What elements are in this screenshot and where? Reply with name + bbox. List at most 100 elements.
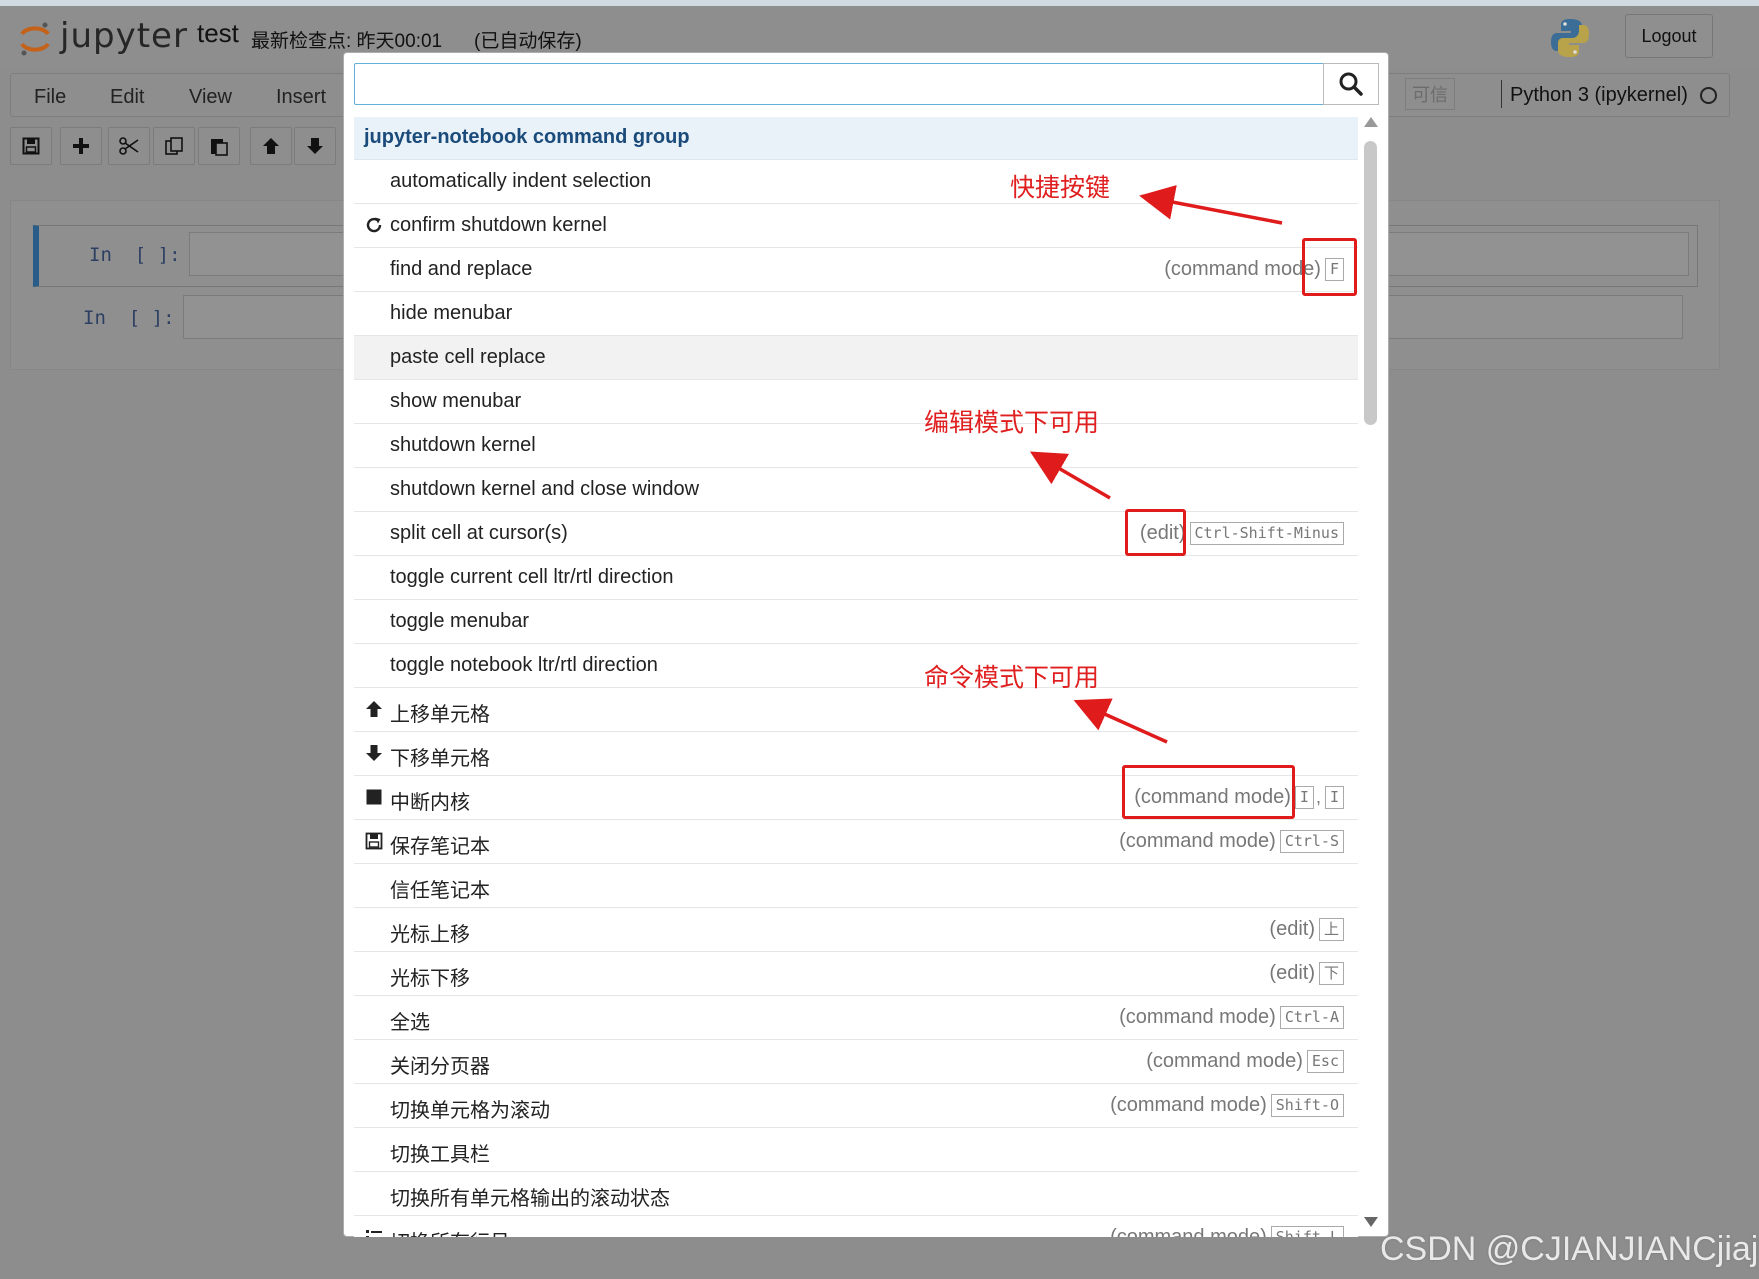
command-label: 光标下移 xyxy=(390,968,470,990)
insert-cell-button[interactable] xyxy=(60,127,102,165)
command-shortcut: (edit) 上 xyxy=(1269,918,1344,941)
shortcut-key: I xyxy=(1324,786,1344,809)
command-label: 切换所有单元格输出的滚动状态 xyxy=(390,1188,670,1210)
autosave-status: (已自动保存) xyxy=(474,31,582,52)
annotation-box-command xyxy=(1122,765,1295,819)
cut-icon xyxy=(119,137,139,155)
jupyter-logo-icon xyxy=(20,22,50,56)
command-row[interactable]: 切换单元格为滚动 (command mode) Shift-O xyxy=(354,1084,1358,1128)
command-row[interactable]: toggle notebook ltr/rtl direction xyxy=(354,644,1358,688)
shortcut-key: Ctrl-A xyxy=(1279,1006,1344,1029)
command-row[interactable]: 切换所有单元格输出的滚动状态 xyxy=(354,1172,1358,1216)
command-label: shutdown kernel and close window xyxy=(390,478,700,500)
command-label: paste cell replace xyxy=(390,346,546,368)
command-label: toggle menubar xyxy=(390,610,529,632)
notebook-name[interactable]: test xyxy=(197,18,239,49)
command-row[interactable]: confirm shutdown kernel xyxy=(354,204,1358,248)
command-label: 下移单元格 xyxy=(390,748,490,770)
command-row[interactable]: find and replace (command mode) F xyxy=(354,248,1358,292)
annotation-command-mode-label: 命令模式下可用 xyxy=(924,663,1100,692)
palette-search-input[interactable] xyxy=(354,63,1324,105)
move-down-button[interactable] xyxy=(294,127,336,165)
command-row[interactable]: split cell at cursor(s) (edit) Ctrl-Shift-… xyxy=(354,512,1358,556)
command-row[interactable]: 光标下移 (edit) 下 xyxy=(354,952,1358,996)
command-label: 中断内核 xyxy=(390,792,470,814)
arrow-up-icon xyxy=(366,701,382,717)
trusted-indicator[interactable]: 可信 xyxy=(1405,78,1455,110)
command-label: 切换单元格为滚动 xyxy=(390,1100,550,1122)
shortcut-key: Ctrl-S xyxy=(1279,830,1344,853)
scroll-down-arrow[interactable] xyxy=(1364,1217,1378,1227)
command-mode: (command mode) xyxy=(1119,1006,1276,1028)
command-icon xyxy=(364,1227,384,1237)
command-label: 保存笔记本 xyxy=(390,836,490,858)
command-row[interactable]: shutdown kernel xyxy=(354,424,1358,468)
command-row[interactable]: 全选 (command mode) Ctrl-A xyxy=(354,996,1358,1040)
python-logo-icon xyxy=(1551,19,1589,57)
command-row[interactable]: 保存笔记本 (command mode) Ctrl-S xyxy=(354,820,1358,864)
command-row[interactable]: toggle current cell ltr/rtl direction xyxy=(354,556,1358,600)
command-icon xyxy=(364,215,384,235)
command-label: 信任笔记本 xyxy=(390,880,490,902)
command-row[interactable]: shutdown kernel and close window xyxy=(354,468,1358,512)
command-mode: (command mode) xyxy=(1119,830,1276,852)
command-row[interactable]: toggle menubar xyxy=(354,600,1358,644)
command-row[interactable]: hide menubar xyxy=(354,292,1358,336)
menu-insert[interactable]: Insert xyxy=(276,86,326,109)
command-label: 上移单元格 xyxy=(390,704,490,726)
command-label: 全选 xyxy=(390,1012,430,1034)
arrow-up-icon xyxy=(263,138,279,154)
menu-view[interactable]: View xyxy=(189,86,232,109)
paste-button[interactable] xyxy=(198,127,240,165)
command-row[interactable]: 信任笔记本 xyxy=(354,864,1358,908)
copy-button[interactable] xyxy=(153,127,195,165)
command-label: 切换所有行号 xyxy=(390,1226,510,1237)
command-label: split cell at cursor(s) xyxy=(390,522,568,544)
cell-prompt: In [ ]: xyxy=(89,244,181,266)
kernel-name[interactable]: Python 3 (ipykernel) xyxy=(1510,84,1688,107)
menu-edit[interactable]: Edit xyxy=(110,86,144,109)
command-mode: (command mode) xyxy=(1110,1094,1267,1116)
menu-file[interactable]: File xyxy=(34,86,66,109)
watermark: CSDN @CJIANJIANCjiajia xyxy=(1380,1230,1759,1268)
command-label: confirm shutdown kernel xyxy=(390,214,607,236)
cut-button[interactable] xyxy=(108,127,150,165)
command-label: hide menubar xyxy=(390,302,513,324)
move-up-button[interactable] xyxy=(250,127,292,165)
refresh-icon xyxy=(366,217,382,233)
command-shortcut: (command mode) Shift-O xyxy=(1110,1094,1344,1117)
command-label: toggle notebook ltr/rtl direction xyxy=(390,654,658,676)
command-mode: (edit) xyxy=(1269,918,1315,940)
command-row[interactable]: automatically indent selection xyxy=(354,160,1358,204)
command-row[interactable]: paste cell replace xyxy=(354,336,1358,380)
command-icon xyxy=(364,743,384,763)
logo-text: jupyter xyxy=(60,16,188,56)
command-row[interactable]: 关闭分页器 (command mode) Esc xyxy=(354,1040,1358,1084)
logout-button[interactable]: Logout xyxy=(1625,14,1713,58)
shortcut-key: Shift-O xyxy=(1270,1094,1344,1117)
stop-icon xyxy=(366,789,382,805)
command-label: find and replace xyxy=(390,258,533,280)
command-row[interactable]: 切换工具栏 xyxy=(354,1128,1358,1172)
scroll-thumb[interactable] xyxy=(1364,141,1377,425)
command-label: toggle current cell ltr/rtl direction xyxy=(390,566,674,588)
scroll-up-arrow[interactable] xyxy=(1364,117,1378,127)
command-icon xyxy=(364,787,384,807)
command-label: 切换工具栏 xyxy=(390,1144,490,1166)
shortcut-key: Ctrl-Shift-Minus xyxy=(1189,522,1344,545)
shortcut-key: Shift-L xyxy=(1270,1226,1344,1237)
command-row[interactable]: 切换所有行号 (command mode)Shift-L xyxy=(354,1216,1358,1237)
palette-search-button[interactable] xyxy=(1323,63,1379,105)
key-separator: , xyxy=(1315,787,1321,807)
annotation-edit-mode-label: 编辑模式下可用 xyxy=(924,408,1100,437)
palette-scrollbar[interactable] xyxy=(1360,117,1382,1227)
palette-search-row xyxy=(354,63,1379,105)
command-shortcut: (command mode) Esc xyxy=(1146,1050,1344,1073)
command-group-header: jupyter-notebook command group xyxy=(354,117,1358,160)
save-button[interactable] xyxy=(10,127,52,165)
command-row[interactable]: 光标上移 (edit) 上 xyxy=(354,908,1358,952)
command-row[interactable]: show menubar xyxy=(354,380,1358,424)
command-row[interactable]: 上移单元格 xyxy=(354,688,1358,732)
cell-prompt: In [ ]: xyxy=(83,307,175,329)
annotation-box-edit xyxy=(1125,509,1186,556)
